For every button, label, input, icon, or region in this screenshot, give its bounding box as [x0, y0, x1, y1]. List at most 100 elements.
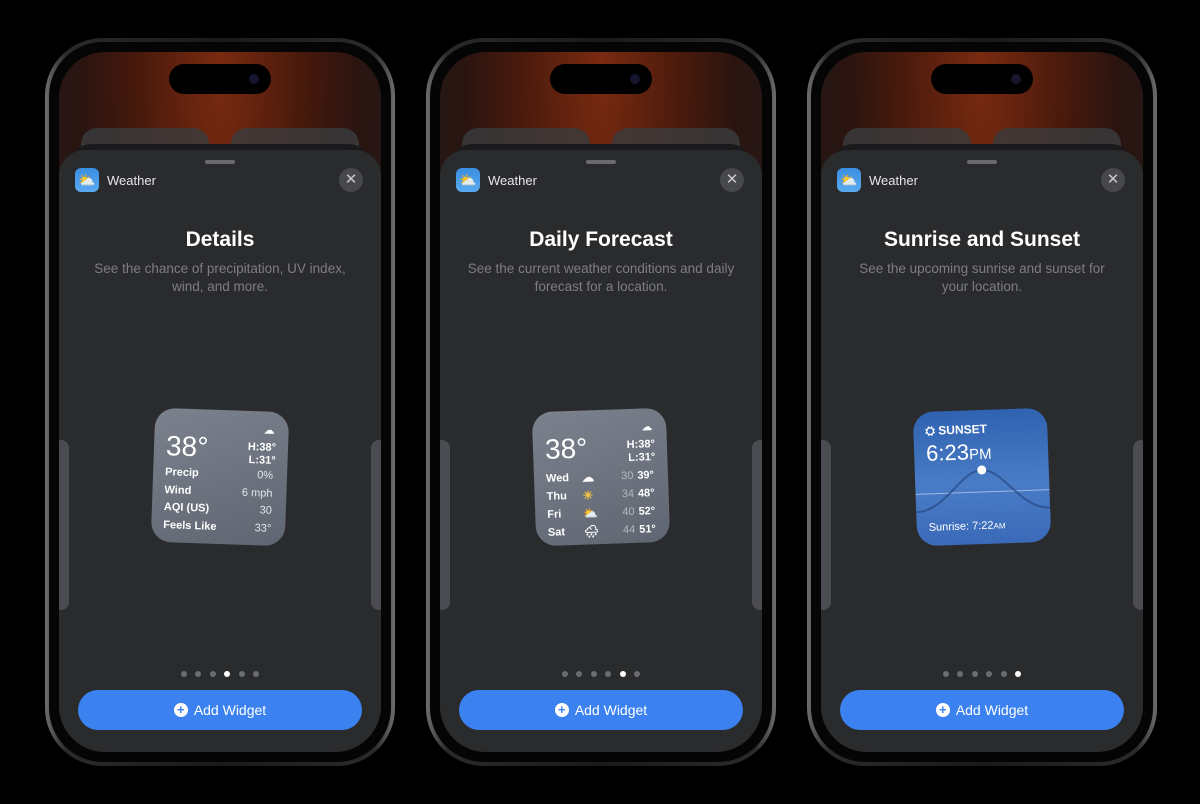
high-temp: 52° — [638, 505, 656, 518]
add-widget-button[interactable]: + Add Widget — [840, 690, 1124, 730]
widget-title: Sunrise and Sunset — [883, 228, 1081, 251]
plus-icon: + — [935, 703, 950, 717]
low-temp: L:31° — [248, 453, 276, 467]
phone: ⛅ Weather ✕ Daily Forecast See the curre… — [426, 38, 776, 766]
page-dot[interactable] — [253, 671, 260, 677]
partly-cloudy-icon: ⛅ — [583, 506, 599, 521]
high-temp: 39° — [637, 469, 655, 482]
sheet-grabber[interactable] — [967, 160, 997, 164]
page-dot[interactable] — [1015, 671, 1022, 677]
add-widget-label: Add Widget — [955, 702, 1029, 718]
weather-app-icon: ⛅ — [75, 168, 99, 192]
widget-gallery-sheet: ⛅ Weather ✕ Details See the chance of pr… — [59, 150, 381, 752]
sun-icon: ☀ — [582, 488, 594, 503]
plus-icon: + — [173, 703, 188, 717]
app-name: Weather — [107, 173, 156, 188]
page-dot[interactable] — [605, 671, 612, 677]
page-dot[interactable] — [224, 671, 231, 677]
sun-icon — [977, 465, 987, 475]
phone: ⛅ Weather ✕ Details See the chance of pr… — [45, 38, 395, 766]
page-dot[interactable] — [561, 671, 568, 677]
detail-value: 30 — [259, 504, 273, 517]
detail-row: Feels Like 33° — [163, 519, 272, 540]
sheet-grabber[interactable] — [586, 160, 616, 164]
detail-value: 33° — [254, 521, 272, 535]
phone-screen: ⛅ Weather ✕ Sunrise and Sunset See the u… — [821, 52, 1143, 752]
low-temp: 34 — [621, 487, 635, 501]
dynamic-island — [931, 64, 1033, 94]
cloud-icon: ☁ — [263, 424, 275, 437]
current-temp: 38° — [544, 432, 588, 465]
low-temp: 44 — [622, 523, 636, 537]
high-temp: 48° — [637, 487, 655, 500]
page-dot[interactable] — [180, 671, 187, 677]
widget-description: See the current weather conditions and d… — [467, 261, 735, 294]
sunset-label: SUNSET — [938, 421, 988, 438]
daily-forecast-widget-preview[interactable]: ☁ 38° H:38° L:31° Wed ☁ 30 39° Thu ☀ 34 48° Fri ⛅ 4… — [531, 407, 671, 547]
widget-description: See the upcoming sunrise and sunset for … — [859, 261, 1105, 294]
widget-title: Details — [185, 228, 255, 251]
detail-value: 6 mph — [241, 486, 273, 500]
page-indicator[interactable] — [59, 671, 381, 677]
page-dot[interactable] — [195, 671, 202, 677]
sunset-icon: ⛭ — [925, 423, 939, 438]
page-dot[interactable] — [209, 671, 216, 677]
plus-icon: + — [554, 703, 569, 717]
widget-description: See the chance of precipitation, UV inde… — [94, 261, 346, 294]
previous-widget-peek[interactable] — [440, 440, 450, 610]
close-button[interactable]: ✕ — [1101, 168, 1125, 192]
page-dot[interactable] — [942, 671, 949, 677]
day-label: Wed — [545, 472, 570, 485]
page-dot[interactable] — [634, 671, 641, 677]
close-button[interactable]: ✕ — [720, 168, 744, 192]
rain-icon: 🌧 — [583, 524, 600, 539]
detail-value: 0% — [256, 469, 274, 482]
current-temp: 38° — [165, 430, 209, 463]
detail-label: Precip — [164, 466, 199, 480]
dynamic-island — [550, 64, 652, 94]
app-name: Weather — [869, 173, 918, 188]
page-dot[interactable] — [619, 671, 626, 677]
widget-gallery-sheet: ⛅ Weather ✕ Daily Forecast See the curre… — [440, 150, 762, 752]
detail-label: Wind — [164, 483, 192, 497]
page-dot[interactable] — [238, 671, 245, 677]
widget-title: Daily Forecast — [529, 228, 673, 251]
close-button[interactable]: ✕ — [339, 168, 363, 192]
weather-app-icon: ⛅ — [456, 168, 480, 192]
page-dot[interactable] — [957, 671, 964, 677]
page-dot[interactable] — [576, 671, 583, 677]
phone-screen: ⛅ Weather ✕ Details See the chance of pr… — [59, 52, 381, 752]
low-temp: 30 — [620, 469, 634, 483]
sunrise-label: Sunrise: 7:22 — [928, 519, 994, 534]
high-temp: H:38° — [626, 438, 656, 452]
high-temp: H:38° — [247, 440, 277, 454]
add-widget-button[interactable]: + Add Widget — [459, 690, 743, 730]
sunrise-ampm: AM — [993, 521, 1006, 531]
details-widget-preview[interactable]: ☁ 38° H:38° L:31° Precip 0% Wind 6 mph AQI (U… — [150, 407, 290, 547]
page-indicator[interactable] — [440, 671, 762, 677]
add-widget-label: Add Widget — [574, 702, 648, 718]
day-label: Fri — [547, 508, 562, 521]
page-dot[interactable] — [1000, 671, 1007, 677]
detail-label: AQI (US) — [163, 501, 210, 515]
next-widget-peek[interactable] — [371, 440, 381, 610]
previous-widget-peek[interactable] — [59, 440, 69, 610]
sunset-widget-preview[interactable]: ⛭ SUNSET 6:23PM Sunrise: 7:22AM — [912, 407, 1052, 547]
cloud-icon: ☁ — [581, 470, 595, 485]
next-widget-peek[interactable] — [752, 440, 762, 610]
add-widget-button[interactable]: + Add Widget — [78, 690, 362, 730]
high-temp: 51° — [639, 523, 657, 536]
next-widget-peek[interactable] — [1133, 440, 1143, 610]
phone-screen: ⛅ Weather ✕ Daily Forecast See the curre… — [440, 52, 762, 752]
low-temp: L:31° — [628, 451, 656, 465]
page-dot[interactable] — [971, 671, 978, 677]
forecast-row: Sat 🌧 44 51° — [548, 520, 657, 542]
cloud-icon: ☁ — [641, 421, 653, 434]
sheet-grabber[interactable] — [205, 160, 235, 164]
page-indicator[interactable] — [821, 671, 1143, 677]
day-label: Sat — [547, 526, 566, 539]
page-dot[interactable] — [590, 671, 597, 677]
add-widget-label: Add Widget — [193, 702, 267, 718]
previous-widget-peek[interactable] — [821, 440, 831, 610]
page-dot[interactable] — [986, 671, 993, 677]
